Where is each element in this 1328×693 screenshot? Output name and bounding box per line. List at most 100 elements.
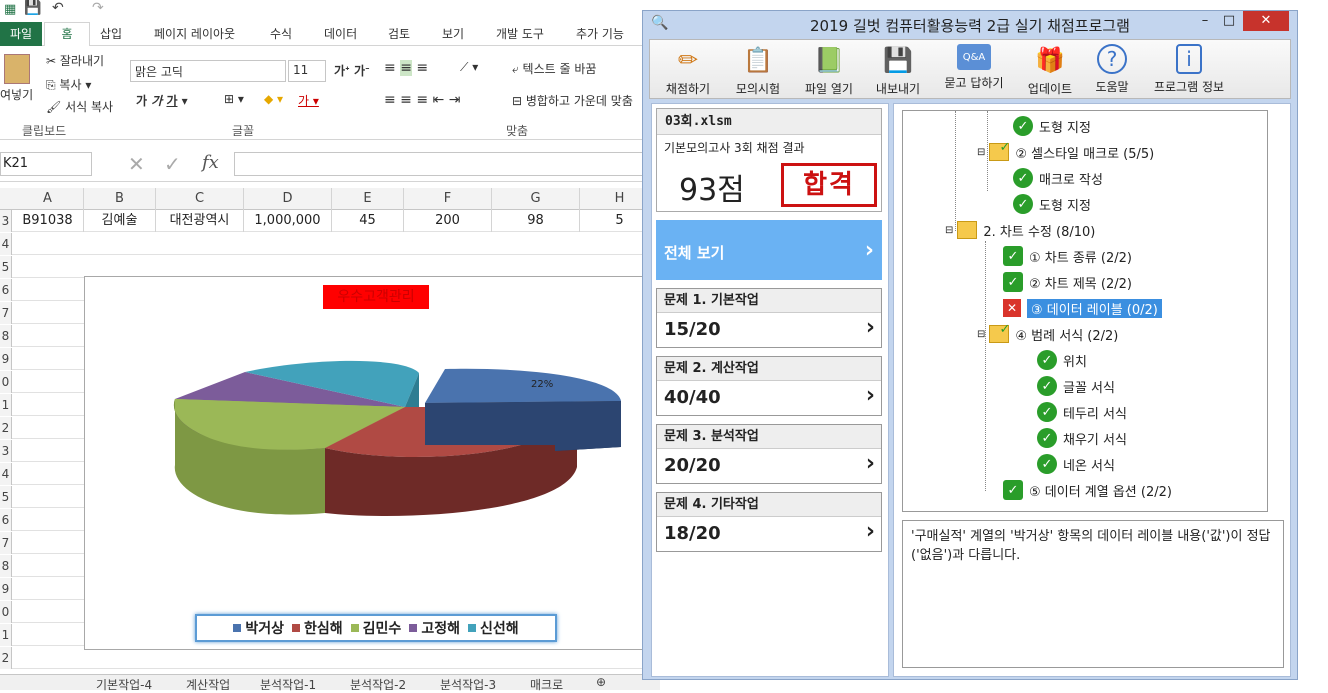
question-2-card[interactable]: 문제 2. 계산작업 40/40 › <box>656 356 882 416</box>
cell[interactable]: 1,000,000 <box>244 210 332 232</box>
column-header[interactable]: D <box>244 188 332 210</box>
orientation-button[interactable]: ⟋ ▾ <box>460 60 478 75</box>
column-header[interactable]: A <box>12 188 84 210</box>
sheet-tab[interactable]: 분석작업-1 <box>260 676 316 693</box>
column-header[interactable]: F <box>404 188 492 210</box>
sheet-tab[interactable]: 매크로 <box>530 676 563 693</box>
row-number[interactable]: 0 <box>0 371 12 393</box>
font-size-select[interactable]: 11 <box>288 60 326 82</box>
row-number[interactable]: 2 <box>0 647 12 669</box>
sheet-tab[interactable]: 계산작업 <box>186 676 230 693</box>
help-button[interactable]: ? 도움말 <box>1084 44 1140 95</box>
row-number[interactable]: 5 <box>0 256 12 278</box>
cell[interactable]: 98 <box>492 210 580 232</box>
format-painter-button[interactable]: 🖌 서식 복사 <box>46 98 113 115</box>
row-number[interactable]: 3 <box>0 210 12 232</box>
pie-slice-bakgeosang[interactable] <box>425 368 621 451</box>
question-4-card[interactable]: 문제 4. 기타작업 18/20 › <box>656 492 882 552</box>
tab-page-layout[interactable]: 페이지 레이아웃 <box>154 25 235 42</box>
row-number[interactable]: 9 <box>0 348 12 370</box>
row-number[interactable]: 2 <box>0 417 12 439</box>
row-number[interactable]: 6 <box>0 279 12 301</box>
tree-node[interactable]: ⊟ ② 셀스타일 매크로 (5/5) <box>977 140 1154 163</box>
sheet-tab[interactable]: 분석작업-2 <box>350 676 406 693</box>
question-3-card[interactable]: 문제 3. 분석작업 20/20 › <box>656 424 882 484</box>
align-left-button[interactable]: ≡ ≡ ≡ ⇤ ⇥ <box>384 92 460 108</box>
pie-chart[interactable]: 우수고객관리 22% 박거상 한심해 김민수 고정해 신선해 <box>84 276 660 650</box>
tree-node[interactable]: ✓ 네온 서식 <box>1037 453 1115 475</box>
tab-developer[interactable]: 개발 도구 <box>496 25 544 42</box>
cell[interactable]: 200 <box>404 210 492 232</box>
tab-insert[interactable]: 삽입 <box>100 25 122 42</box>
tree-node[interactable]: ✓ ② 차트 제목 (2/2) <box>1003 271 1132 293</box>
font-grow-button[interactable]: 가ᐩ 가ᐨ <box>334 62 370 79</box>
paste-icon[interactable] <box>4 54 30 84</box>
tree-node[interactable]: ✓ 위치 <box>1037 349 1087 371</box>
cancel-formula-icon[interactable]: ✕ <box>128 152 145 176</box>
name-box[interactable]: K21 <box>0 152 92 176</box>
row-number[interactable]: 7 <box>0 302 12 324</box>
cell[interactable]: B91038 <box>12 210 84 232</box>
column-header[interactable]: B <box>84 188 156 210</box>
cut-button[interactable]: ✂ 잘라내기 <box>46 52 104 69</box>
grading-tree[interactable]: ✓도형 지정 ⊟② 셀스타일 매크로 (5/5) ✓매크로 작성 ✓도형 지정 … <box>902 110 1268 512</box>
grade-button[interactable]: ✏ 채점하기 <box>658 44 718 97</box>
tree-node[interactable]: ✓ 도형 지정 <box>1013 115 1091 137</box>
insert-function-icon[interactable]: fx <box>202 152 219 173</box>
collapse-icon[interactable]: ⊟ <box>977 329 985 340</box>
tree-node[interactable]: ⊟ 2. 차트 수정 (8/10) <box>945 219 1095 241</box>
row-number[interactable]: 3 <box>0 440 12 462</box>
collapse-icon[interactable]: ⊟ <box>977 147 985 158</box>
font-name-select[interactable]: 맑은 고딕 <box>130 60 286 82</box>
formula-input[interactable] <box>234 152 660 176</box>
data-label-22[interactable]: 22% <box>531 379 553 390</box>
tab-file[interactable]: 파일 <box>0 22 42 46</box>
row-number[interactable]: 1 <box>0 624 12 646</box>
row-number[interactable]: 7 <box>0 532 12 554</box>
collapse-icon[interactable]: ⊟ <box>945 225 953 236</box>
add-sheet-icon[interactable]: ⊕ <box>596 675 606 689</box>
row-number[interactable]: 0 <box>0 601 12 623</box>
chart-legend[interactable]: 박거상 한심해 김민수 고정해 신선해 <box>195 614 557 642</box>
open-file-button[interactable]: 📗 파일 열기 <box>796 44 862 97</box>
close-button[interactable]: ✕ <box>1243 11 1289 31</box>
cell[interactable]: 45 <box>332 210 404 232</box>
row-number[interactable]: 8 <box>0 325 12 347</box>
tree-node[interactable]: ✓ ① 차트 종류 (2/2) <box>1003 245 1132 267</box>
row-number[interactable]: 4 <box>0 463 12 485</box>
wrap-text-button[interactable]: ⤶ 텍스트 줄 바꿈 <box>512 60 596 77</box>
column-header[interactable]: G <box>492 188 580 210</box>
program-info-button[interactable]: i 프로그램 정보 <box>1144 44 1234 95</box>
maximize-button[interactable]: □ <box>1219 11 1239 31</box>
tree-node[interactable]: ⊟ ④ 범례 서식 (2/2) <box>977 322 1118 345</box>
undo-icon[interactable]: ↶ <box>52 0 64 16</box>
minimize-button[interactable]: – <box>1195 11 1215 31</box>
tree-node[interactable]: ✓ 테두리 서식 <box>1037 401 1127 423</box>
row-number[interactable]: 5 <box>0 486 12 508</box>
row-number[interactable]: 9 <box>0 578 12 600</box>
sheet-tab[interactable]: 분석작업-3 <box>440 676 496 693</box>
merge-center-button[interactable]: ⊟ 병합하고 가운데 맞춤 <box>512 92 633 109</box>
export-button[interactable]: 💾 내보내기 <box>868 44 928 97</box>
fill-color-button[interactable]: ◆ ▾ <box>264 92 283 106</box>
row-number[interactable]: 6 <box>0 509 12 531</box>
paste-button[interactable]: 여넣기 <box>0 86 33 103</box>
redo-icon[interactable]: ↷ <box>92 0 104 16</box>
sheet-tab[interactable]: 기본작업-4 <box>96 676 152 693</box>
mock-exam-button[interactable]: 📋 모의시험 <box>728 44 788 97</box>
cell[interactable]: 김예술 <box>84 210 156 232</box>
tab-formulas[interactable]: 수식 <box>270 25 292 42</box>
view-all-button[interactable]: 전체 보기 › <box>656 220 882 280</box>
chart-title[interactable]: 우수고객관리 <box>323 285 429 309</box>
tree-node-selected[interactable]: ✕ ③ 데이터 레이블 (0/2) <box>1003 297 1162 319</box>
align-top-button[interactable]: ≡ ≡ ≡ <box>384 60 428 76</box>
tab-home[interactable]: 홈 <box>44 22 90 46</box>
question-1-card[interactable]: 문제 1. 기본작업 15/20 › <box>656 288 882 348</box>
enter-formula-icon[interactable]: ✓ <box>164 152 181 176</box>
cell[interactable]: 대전광역시 <box>156 210 244 232</box>
font-color-button[interactable]: 가 ▾ <box>298 92 319 109</box>
border-button[interactable]: ⊞ ▾ <box>224 92 244 106</box>
tab-review[interactable]: 검토 <box>388 25 410 42</box>
row-number[interactable]: 8 <box>0 555 12 577</box>
row-number[interactable]: 1 <box>0 394 12 416</box>
